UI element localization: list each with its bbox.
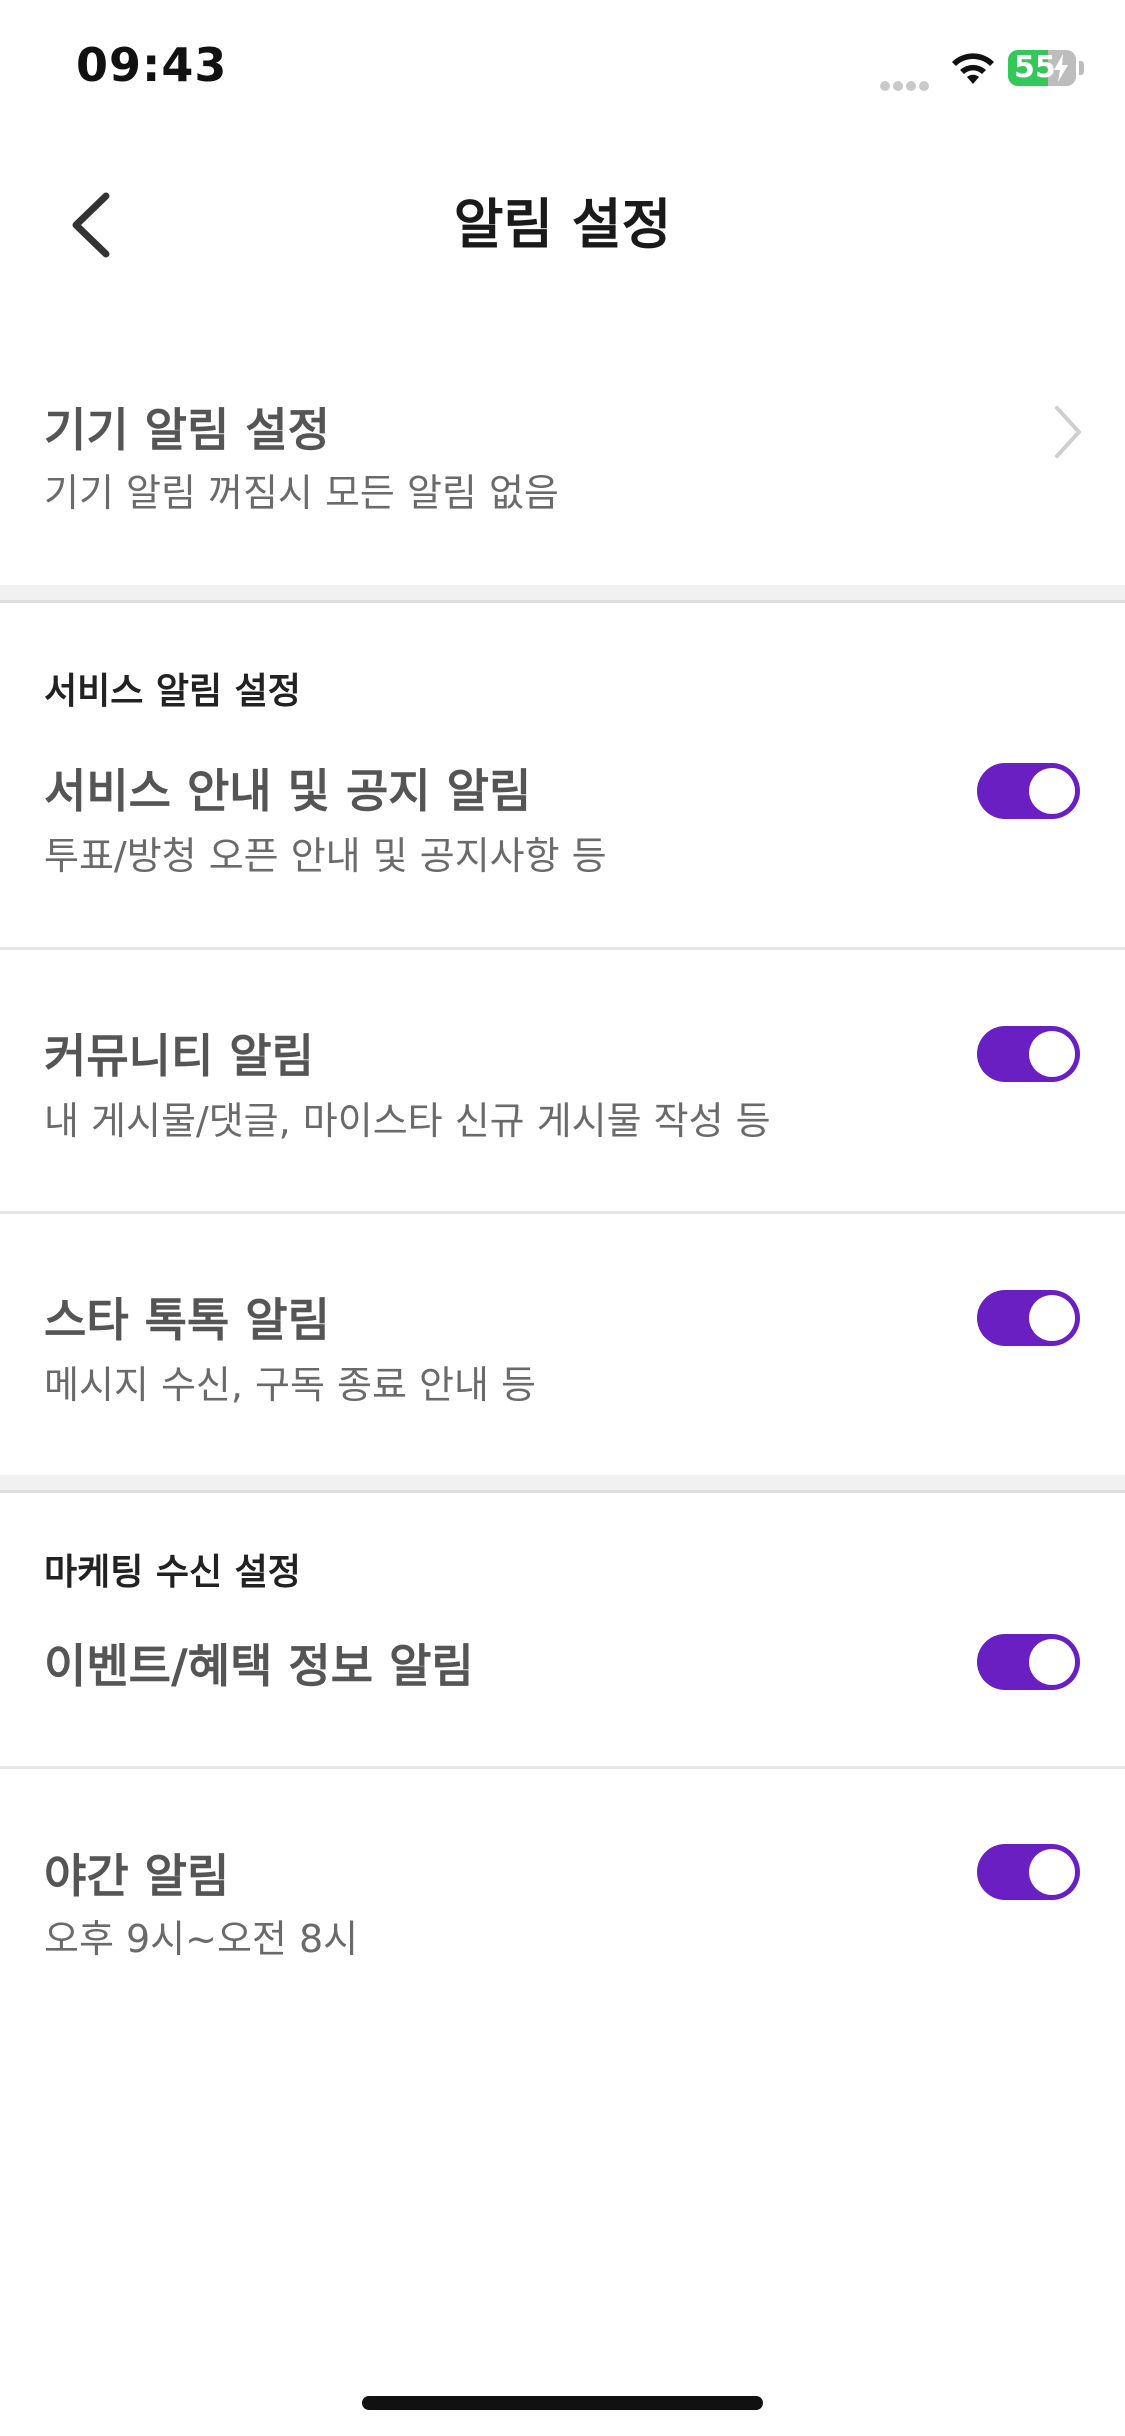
night-alarm-row: 야간 알림 오후 9시~오전 8시 [0, 1840, 1125, 2030]
night-alarm-title: 야간 알림 [44, 1849, 230, 1903]
star-talk-subtitle: 메시지 수신, 구독 종료 안내 등 [44, 1363, 536, 1407]
device-alarm-row[interactable]: 기기 알림 설정 기기 알림 꺼짐시 모든 알림 없음 [0, 380, 1125, 580]
cellular-signal-icon [880, 76, 936, 91]
service-notice-toggle[interactable] [977, 763, 1080, 819]
home-indicator[interactable] [362, 2396, 763, 2410]
chevron-right-icon [1055, 406, 1081, 458]
service-notice-row: 서비스 안내 및 공지 알림 투표/방청 오픈 안내 및 공지사항 등 [0, 755, 1125, 945]
event-benefit-toggle[interactable] [977, 1634, 1080, 1690]
event-benefit-title: 이벤트/혜택 정보 알림 [44, 1639, 474, 1693]
nav-header: 알림 설정 [0, 160, 1125, 290]
wifi-icon [952, 53, 994, 84]
community-toggle[interactable] [977, 1026, 1080, 1082]
charging-bolt-icon [1054, 54, 1068, 82]
row-divider [0, 1211, 1125, 1214]
battery-cap [1079, 61, 1084, 75]
marketing-section-label: 마케팅 수신 설정 [44, 1552, 301, 1593]
night-alarm-subtitle: 오후 9시~오전 8시 [44, 1917, 359, 1961]
status-bar: 09:43 55 [0, 0, 1125, 140]
device-alarm-subtitle: 기기 알림 꺼짐시 모든 알림 없음 [44, 471, 559, 515]
row-divider [0, 1766, 1125, 1769]
service-notice-subtitle: 투표/방청 오픈 안내 및 공지사항 등 [44, 834, 607, 878]
device-alarm-title: 기기 알림 설정 [44, 403, 330, 457]
service-notice-title: 서비스 안내 및 공지 알림 [44, 764, 532, 818]
star-talk-row: 스타 톡톡 알림 메시지 수신, 구독 종료 안내 등 [0, 1284, 1125, 1474]
section-divider [0, 585, 1125, 603]
notification-settings-screen: 09:43 55 알림 설정 기기 알림 설정 기기 알림 꺼짐시 모든 알림 … [0, 0, 1125, 2436]
service-section-label: 서비스 알림 설정 [44, 671, 301, 712]
battery-percent: 55 [1014, 50, 1056, 85]
star-talk-title: 스타 톡톡 알림 [44, 1293, 330, 1347]
row-divider [0, 947, 1125, 950]
community-title: 커뮤니티 알림 [44, 1029, 314, 1083]
page-title: 알림 설정 [453, 193, 672, 256]
battery-icon: 55 [1008, 50, 1076, 86]
star-talk-toggle[interactable] [977, 1290, 1080, 1346]
community-row: 커뮤니티 알림 내 게시물/댓글, 마이스타 신규 게시물 작성 등 [0, 1020, 1125, 1210]
event-benefit-row: 이벤트/혜택 정보 알림 [0, 1630, 1125, 1760]
community-subtitle: 내 게시물/댓글, 마이스타 신규 게시물 작성 등 [44, 1099, 771, 1143]
status-time: 09:43 [76, 38, 228, 92]
section-divider [0, 1475, 1125, 1493]
night-alarm-toggle[interactable] [977, 1844, 1080, 1900]
